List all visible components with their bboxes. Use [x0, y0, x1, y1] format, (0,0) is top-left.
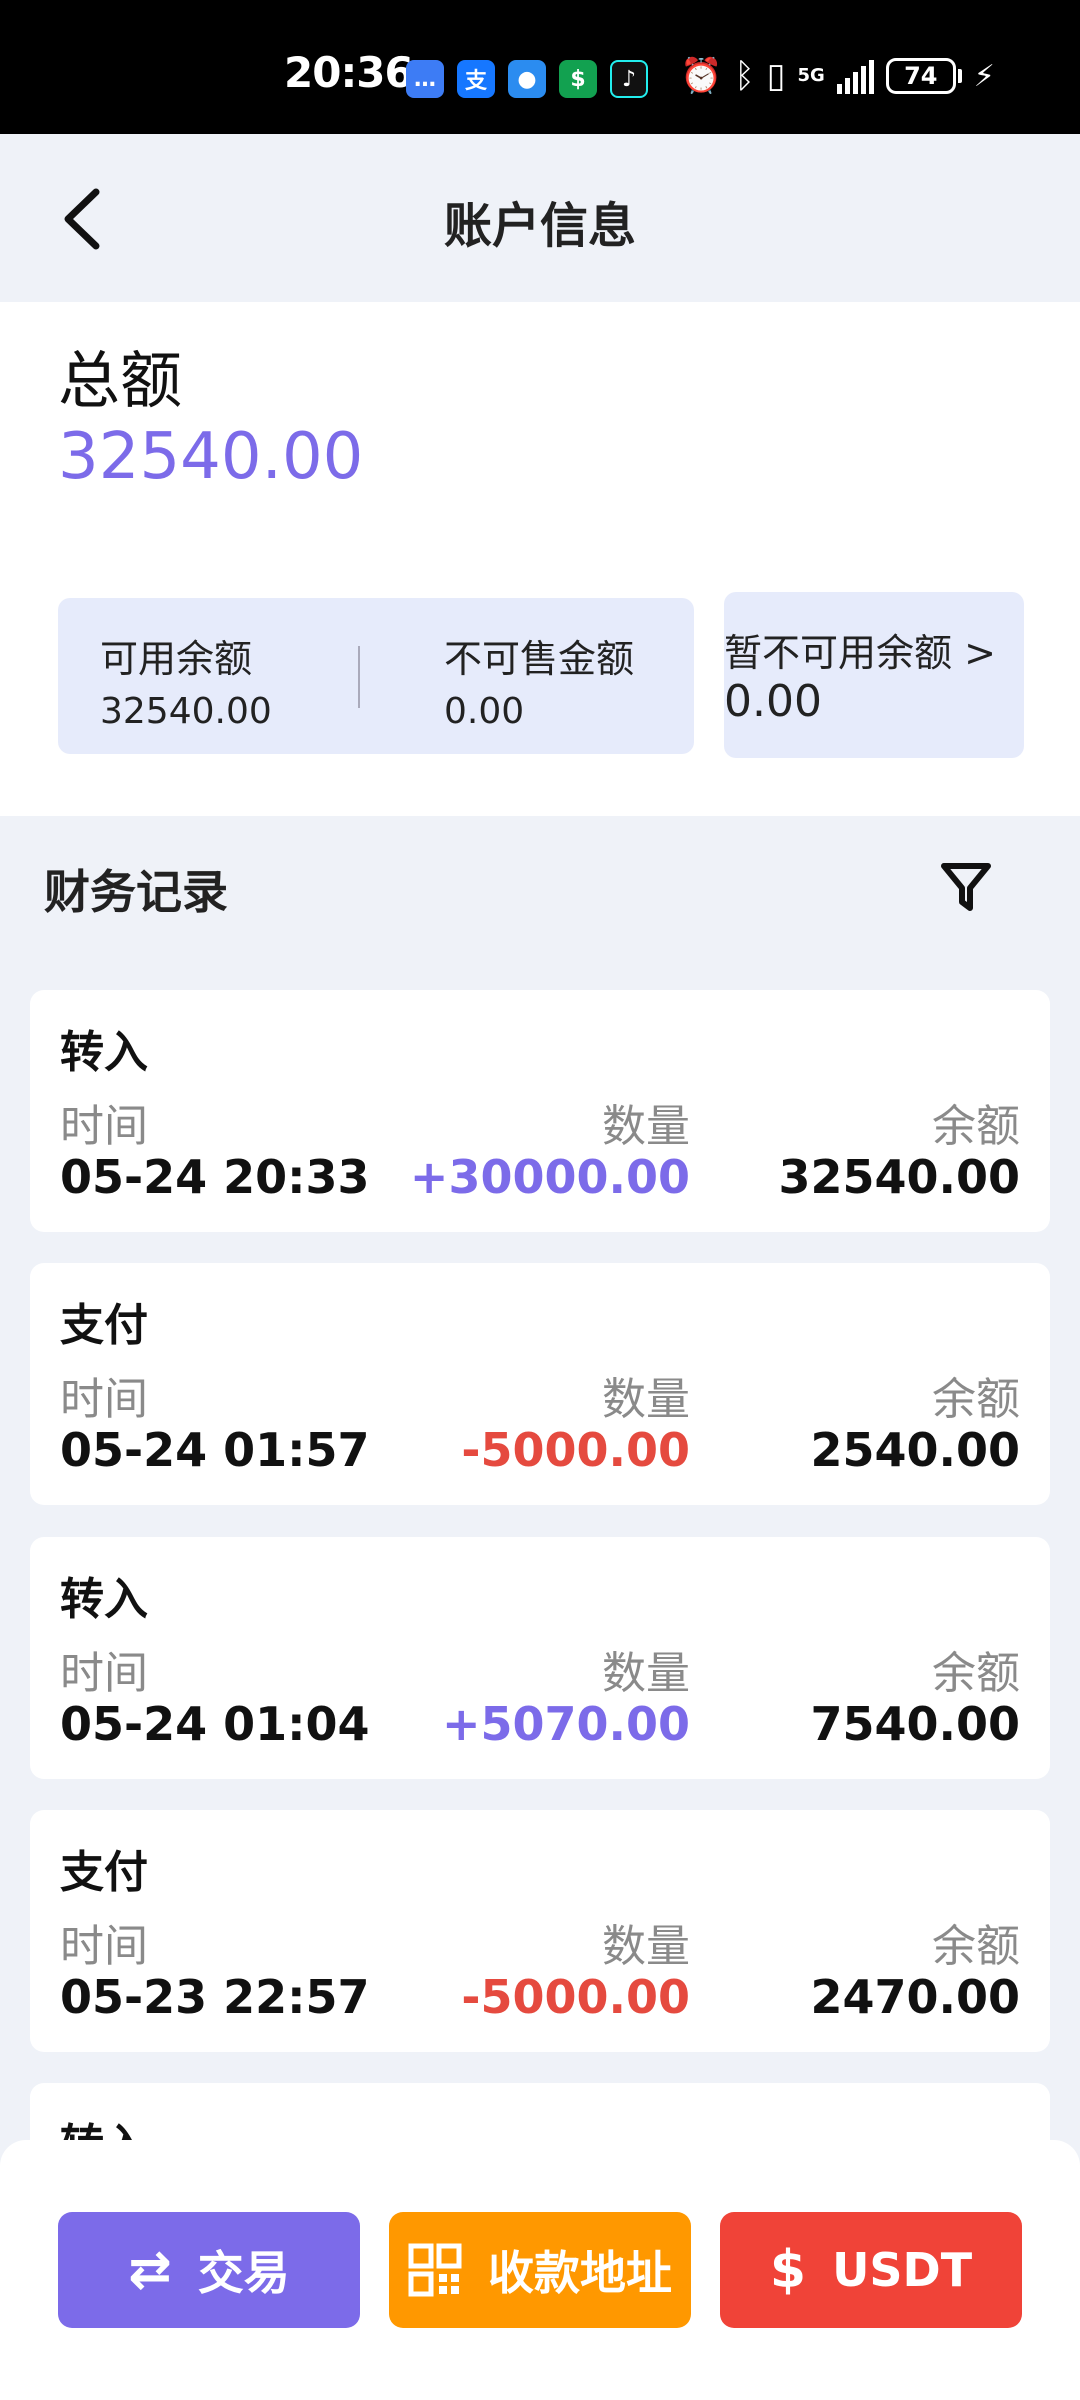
- app-header: 账户信息: [0, 134, 1080, 302]
- tiktok-icon: ♪: [610, 60, 648, 98]
- alipay-icon: 支: [457, 60, 495, 98]
- record-balance: 2470.00: [810, 1970, 1020, 2024]
- total-label: 总额: [58, 344, 183, 417]
- record-item[interactable]: 支付 时间 数量 余额 05-23 22:57 -5000.00 2470.00: [30, 1810, 1050, 2052]
- available-value: 32540.00: [100, 691, 272, 732]
- divider: [358, 646, 360, 708]
- account-summary: 总额 32540.00 可用余额 32540.00 不可售金额 0.00 暂不可…: [0, 302, 1080, 816]
- balance-panel: 可用余额 32540.00 不可售金额 0.00: [58, 598, 694, 754]
- available-label: 可用余额: [100, 637, 253, 681]
- vibrate-icon: ▯: [766, 56, 786, 96]
- battery-tip: [957, 69, 962, 83]
- unavailable-label: 暂不可用余额 >: [724, 631, 996, 675]
- qty-label: 数量: [602, 1374, 690, 1425]
- record-balance: 2540.00: [810, 1423, 1020, 1477]
- qty-label: 数量: [602, 1921, 690, 1972]
- record-type: 转入: [60, 1027, 148, 1078]
- unsellable-label: 不可售金额: [444, 637, 635, 681]
- receive-address-label: 收款地址: [488, 2246, 672, 2300]
- trade-label: 交易: [197, 2246, 290, 2300]
- page-title: 账户信息: [443, 198, 636, 254]
- record-qty: +5070.00: [441, 1697, 690, 1751]
- filter-icon: [941, 863, 991, 911]
- unsellable-amount: 不可售金额 0.00: [444, 628, 634, 732]
- record-balance: 32540.00: [778, 1150, 1020, 1204]
- alarm-icon: ⏰: [680, 56, 723, 96]
- record-type: 支付: [60, 1847, 148, 1898]
- record-balance: 7540.00: [810, 1697, 1020, 1751]
- record-item[interactable]: 支付 时间 数量 余额 05-24 01:57 -5000.00 2540.00: [30, 1263, 1050, 1505]
- swap-arrows-icon: ⇄: [128, 2240, 172, 2300]
- balance-label: 余额: [932, 1374, 1020, 1425]
- trade-button[interactable]: ⇄ 交易: [58, 2212, 360, 2328]
- message-app-icon: …: [406, 60, 444, 98]
- network-type: 5G: [797, 65, 825, 86]
- record-type: 支付: [60, 1300, 148, 1351]
- unsellable-value: 0.00: [444, 691, 525, 732]
- record-item[interactable]: 转入 时间 数量 余额 05-24 20:33 +30000.00 32540.…: [30, 990, 1050, 1232]
- status-bar: 20:36 … 支 ● $ ♪ ⏰ ᛒ ▯ 5G 74 ⚡: [0, 0, 1080, 134]
- qty-label: 数量: [602, 1101, 690, 1152]
- bottom-action-bar: ⇄ 交易 收款地址 $ USDT: [0, 2140, 1080, 2400]
- total-value: 32540.00: [58, 420, 364, 494]
- record-type: 转入: [60, 1574, 148, 1625]
- unavailable-value: 0.00: [724, 676, 822, 727]
- dollar-icon: $: [769, 2240, 807, 2300]
- records-title: 财务记录: [44, 865, 228, 919]
- qty-label: 数量: [602, 1648, 690, 1699]
- record-qty: -5000.00: [461, 1970, 690, 2024]
- qr-code-icon: [408, 2243, 462, 2297]
- record-qty: -5000.00: [461, 1423, 690, 1477]
- status-time: 20:36: [284, 48, 414, 97]
- battery-icon: 74: [885, 58, 956, 94]
- record-item[interactable]: 转入 时间 数量 余额 05-24 01:04 +5070.00 7540.00: [30, 1537, 1050, 1779]
- receive-address-button[interactable]: 收款地址: [389, 2212, 691, 2328]
- usdt-label: USDT: [832, 2243, 973, 2297]
- usdt-button[interactable]: $ USDT: [720, 2212, 1022, 2328]
- chat-icon: ●: [508, 60, 546, 98]
- filter-button[interactable]: [936, 856, 996, 916]
- balance-label: 余额: [932, 1101, 1020, 1152]
- system-icons: ⏰ ᛒ ▯ 5G 74 ⚡: [680, 56, 995, 96]
- postal-app-icon: $: [559, 60, 597, 98]
- bluetooth-icon: ᛒ: [734, 56, 755, 96]
- record-qty: +30000.00: [409, 1150, 690, 1204]
- unavailable-balance-button[interactable]: 暂不可用余额 > 0.00: [724, 592, 1024, 758]
- balance-label: 余额: [932, 1921, 1020, 1972]
- signal-icon: [836, 58, 874, 94]
- available-balance: 可用余额 32540.00: [100, 628, 272, 732]
- notification-icons: … 支 ● $ ♪: [406, 60, 648, 98]
- balance-label: 余额: [932, 1648, 1020, 1699]
- charging-icon: ⚡: [973, 58, 995, 94]
